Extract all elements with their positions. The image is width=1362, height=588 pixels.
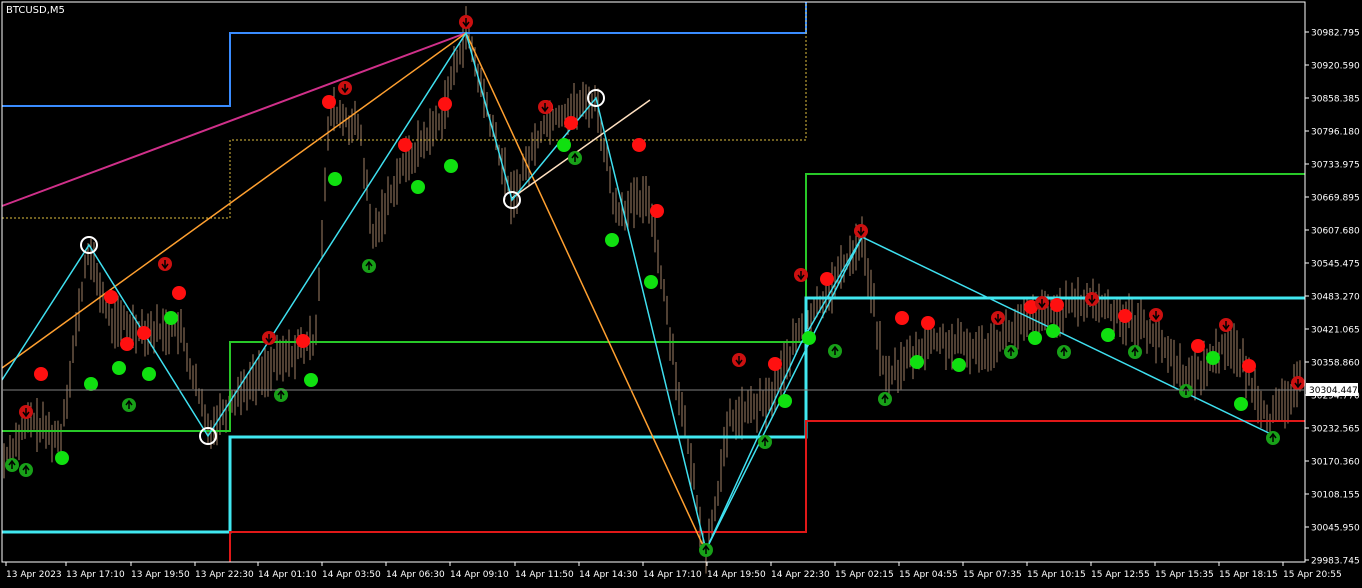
- price-tick-label: 30232.565: [1311, 425, 1360, 435]
- sell-dot: [137, 326, 151, 340]
- resistance-level-blue: [2, 2, 807, 107]
- buy-dot: [411, 180, 425, 194]
- sell-dot: [172, 286, 186, 300]
- price-tick-label: 29983.745: [1311, 557, 1360, 567]
- candles-layer: [3, 6, 1301, 574]
- trendline-white: [511, 99, 651, 199]
- sell-dot: [564, 116, 578, 130]
- buy-dot: [1101, 328, 1115, 342]
- sell-dot: [768, 357, 782, 371]
- sell-dot: [398, 138, 412, 152]
- sell-dot: [438, 97, 452, 111]
- price-tick-label: 30108.155: [1311, 491, 1360, 501]
- trendline-magenta: [1, 32, 467, 207]
- time-tick-label: 14 Apr 14:30: [579, 570, 638, 580]
- price-tick-label: 30545.475: [1311, 260, 1360, 270]
- resistance-level-dotted: [2, 2, 807, 219]
- buy-dot: [1206, 351, 1220, 365]
- signal-markers-layer: [5, 15, 1305, 557]
- time-tick-label: 14 Apr 19:50: [707, 570, 766, 580]
- buy-dot: [328, 172, 342, 186]
- sell-dot: [820, 272, 834, 286]
- sell-dot: [1118, 309, 1132, 323]
- buy-dot: [1234, 397, 1248, 411]
- buy-dot: [557, 138, 571, 152]
- time-tick-label: 14 Apr 01:10: [258, 570, 317, 580]
- time-tick-label: 13 Apr 2023: [6, 570, 62, 580]
- time-tick-label: 15 Apr 15:35: [1155, 570, 1214, 580]
- symbol-title: BTCUSD,M5: [6, 5, 65, 16]
- time-tick-label: 15 Apr 07:35: [963, 570, 1022, 580]
- price-tick-label: 30982.795: [1311, 29, 1360, 39]
- buy-dot: [644, 275, 658, 289]
- current-price-tag: 30304.447: [2, 383, 1358, 396]
- buy-dot: [304, 373, 318, 387]
- buy-dot: [952, 358, 966, 372]
- buy-dot: [1046, 324, 1060, 338]
- price-tick-label: 30669.895: [1311, 194, 1360, 204]
- buy-dot: [84, 377, 98, 391]
- price-axis: 30982.795 30920.590 30858.385 30796.180 3073…: [1305, 29, 1360, 567]
- buy-dot: [164, 311, 178, 325]
- sell-dot: [34, 367, 48, 381]
- trading-chart[interactable]: BTCUSD,M5 30982.795 30920.590 30858.385 307…: [0, 0, 1362, 584]
- sell-dot: [104, 290, 118, 304]
- zigzag-line: [1, 31, 1274, 553]
- price-tick-label: 30920.590: [1311, 62, 1360, 72]
- buy-dot: [910, 355, 924, 369]
- sell-dot: [895, 311, 909, 325]
- price-tick-label: 30421.065: [1311, 326, 1360, 336]
- sell-dot: [1191, 339, 1205, 353]
- price-tick-label: 30358.860: [1311, 359, 1360, 369]
- buy-dot: [112, 361, 126, 375]
- buy-dot: [802, 331, 816, 345]
- time-axis: 13 Apr 2023 13 Apr 17:10 13 Apr 19:50 13 Ap…: [5, 562, 1342, 580]
- price-tick-label: 30858.385: [1311, 95, 1360, 105]
- price-tick-label: 30483.270: [1311, 293, 1360, 303]
- buy-dot: [605, 233, 619, 247]
- time-tick-label: 15 Apr 02:15: [835, 570, 894, 580]
- sell-dot: [322, 95, 336, 109]
- time-tick-label: 13 Apr 22:30: [195, 570, 254, 580]
- price-tick-label: 30796.180: [1311, 128, 1360, 138]
- buy-dot: [444, 159, 458, 173]
- sell-dot: [1050, 298, 1064, 312]
- buy-dot: [142, 367, 156, 381]
- buy-dot: [778, 394, 792, 408]
- time-tick-label: 15 Apr 12:55: [1091, 570, 1150, 580]
- time-tick-label: 15 Apr 18:15: [1219, 570, 1278, 580]
- time-tick-label: 14 Apr 06:30: [386, 570, 445, 580]
- buy-dot: [55, 451, 69, 465]
- time-tick-label: 14 Apr 09:10: [450, 570, 509, 580]
- zigzag-layer: [1, 31, 1274, 553]
- chart-canvas[interactable]: BTCUSD,M5 30982.795 30920.590 30858.385 307…: [0, 0, 1362, 584]
- price-tick-label: 30733.975: [1311, 161, 1360, 171]
- time-tick-label: 14 Apr 11:50: [515, 570, 574, 580]
- current-price-label: 30304.447: [1309, 386, 1358, 396]
- sell-dot: [921, 316, 935, 330]
- sell-dot: [120, 337, 134, 351]
- sell-dot: [632, 138, 646, 152]
- time-tick-label: 14 Apr 03:50: [322, 570, 381, 580]
- time-tick-label: 13 Apr 19:50: [131, 570, 190, 580]
- trendline-orange: [1, 32, 467, 369]
- sell-dot: [296, 334, 310, 348]
- time-tick-label: 15 Apr 20:55: [1283, 570, 1342, 580]
- time-tick-label: 14 Apr 22:30: [771, 570, 830, 580]
- sell-dot: [1242, 359, 1256, 373]
- buy-dot: [1028, 331, 1042, 345]
- time-tick-label: 15 Apr 10:15: [1027, 570, 1086, 580]
- price-tick-label: 30045.950: [1311, 524, 1360, 534]
- price-tick-label: 30170.360: [1311, 458, 1360, 468]
- price-tick-label: 30607.680: [1311, 227, 1360, 237]
- time-tick-label: 13 Apr 17:10: [66, 570, 125, 580]
- sell-dot: [650, 204, 664, 218]
- time-tick-label: 14 Apr 17:10: [643, 570, 702, 580]
- time-tick-label: 15 Apr 04:55: [899, 570, 958, 580]
